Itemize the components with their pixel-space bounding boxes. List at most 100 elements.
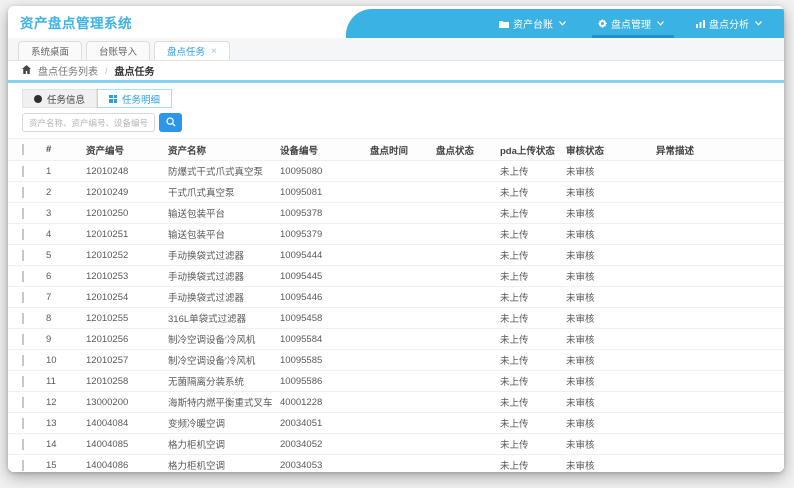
row-checkbox[interactable] [22, 207, 24, 219]
table-row[interactable]: 11 12010258 无菌隔离分装系统 10095586 未上传 未审核 [8, 371, 784, 392]
cell-index: 15 [46, 459, 57, 471]
detail-subtabs: 任务信息 任务明细 [8, 83, 784, 108]
search-bar [8, 108, 784, 138]
cell-asset-no: 12010248 [86, 165, 129, 177]
cell-asset-name: 变频冷暖空调 [168, 419, 226, 430]
cell-pda-status: 未上传 [500, 419, 529, 430]
row-checkbox[interactable] [22, 459, 24, 471]
home-icon[interactable] [22, 64, 31, 77]
task-detail-table: # 资产编号 资产名称 设备编号 盘点时间 盘点状态 pda上传状态 审核状态 … [8, 138, 784, 472]
subtab-task-detail[interactable]: 任务明细 [97, 89, 173, 108]
cell-index: 5 [46, 249, 52, 261]
cell-pda-status: 未上传 [500, 377, 529, 388]
table-row[interactable]: 13 14004084 变频冷暖空调 20034051 未上传 未审核 [8, 413, 784, 434]
table-row[interactable]: 1 12010248 防爆式干式爪式真空泵 10095080 未上传 未审核 [8, 161, 784, 182]
table-row[interactable]: 2 12010249 干式爪式真空泵 10095081 未上传 未审核 [8, 182, 784, 203]
breadcrumb-item[interactable]: 盘点任务列表 [38, 63, 98, 78]
table-row[interactable]: 9 12010256 制冷空调设备'冷风机 10095584 未上传 未审核 [8, 329, 784, 350]
cell-asset-no: 12010250 [86, 207, 129, 219]
cell-device-no: 10095379 [280, 228, 323, 240]
cell-audit-status: 未审核 [566, 209, 595, 220]
row-checkbox[interactable] [22, 354, 24, 366]
table-row[interactable]: 4 12010251 输送包装平台 10095379 未上传 未审核 [8, 224, 784, 245]
cell-asset-name: 手动换袋式过滤器 [168, 251, 245, 262]
row-checkbox[interactable] [22, 291, 24, 303]
table-row[interactable]: 14 14004085 格力柜机空调 20034052 未上传 未审核 [8, 434, 784, 455]
cell-device-no: 10095586 [280, 375, 323, 387]
row-checkbox[interactable] [22, 333, 24, 345]
cell-pda-status: 未上传 [500, 314, 529, 325]
cell-asset-no: 14004086 [86, 459, 129, 471]
cell-asset-no: 12010249 [86, 186, 129, 198]
row-checkbox[interactable] [22, 417, 24, 429]
tab-inventory-task[interactable]: 盘点任务 × [154, 41, 230, 60]
nav-item-label: 资产台账 [513, 20, 553, 31]
top-nav: 资产台账 盘点管理 盘点分析 [346, 9, 784, 38]
cell-asset-name: 无菌隔离分装系统 [168, 377, 245, 388]
row-checkbox[interactable] [22, 186, 24, 198]
table-row[interactable]: 6 12010253 手动换袋式过滤器 10095445 未上传 未审核 [8, 266, 784, 287]
col-header-inv-time: 盘点时间 [370, 145, 409, 157]
breadcrumb-separator: / [105, 65, 108, 76]
table-row[interactable]: 15 14004086 格力柜机空调 20034053 未上传 未审核 [8, 455, 784, 472]
row-checkbox[interactable] [22, 165, 24, 177]
table-row[interactable]: 12 13000200 海斯特内燃平衡重式叉车 40001228 未上传 未审核 [8, 392, 784, 413]
table-row[interactable]: 5 12010252 手动换袋式过滤器 10095444 未上传 未审核 [8, 245, 784, 266]
cell-device-no: 20034052 [280, 438, 323, 450]
nav-item-label: 盘点分析 [709, 20, 749, 31]
row-checkbox[interactable] [22, 396, 24, 408]
search-button[interactable] [159, 113, 182, 132]
cell-asset-no: 12010256 [86, 333, 129, 345]
table-row[interactable]: 3 12010250 输送包装平台 10095378 未上传 未审核 [8, 203, 784, 224]
col-header-audit-status: 审核状态 [566, 145, 605, 157]
table-row[interactable]: 7 12010254 手动换袋式过滤器 10095446 未上传 未审核 [8, 287, 784, 308]
tab-ledger-import[interactable]: 台账导入 [86, 41, 151, 60]
cell-asset-no: 12010252 [86, 249, 129, 261]
cell-device-no: 10095585 [280, 354, 323, 366]
cell-index: 13 [46, 417, 57, 429]
row-checkbox[interactable] [22, 270, 24, 282]
row-checkbox[interactable] [22, 375, 24, 387]
cell-asset-name: 防爆式干式爪式真空泵 [168, 167, 264, 178]
cell-pda-status: 未上传 [500, 356, 529, 367]
close-icon[interactable]: × [211, 46, 217, 57]
cell-index: 2 [46, 186, 52, 198]
cell-device-no: 10095444 [280, 249, 323, 261]
row-checkbox[interactable] [22, 228, 24, 240]
table-row[interactable]: 8 12010255 316L单袋式过滤器 10095458 未上传 未审核 [8, 308, 784, 329]
search-input[interactable] [22, 113, 155, 132]
row-checkbox[interactable] [22, 438, 24, 450]
cell-index: 9 [46, 333, 52, 345]
table-header-row: # 资产编号 资产名称 设备编号 盘点时间 盘点状态 pda上传状态 审核状态 … [8, 139, 784, 161]
tab-system-desktop[interactable]: 系统桌面 [18, 41, 83, 60]
breadcrumb: 盘点任务列表 / 盘点任务 [8, 61, 784, 83]
cell-pda-status: 未上传 [500, 272, 529, 283]
cell-audit-status: 未审核 [566, 167, 595, 178]
cell-audit-status: 未审核 [566, 293, 595, 304]
nav-item-inventory-analysis[interactable]: 盘点分析 [682, 9, 780, 38]
subtab-task-info[interactable]: 任务信息 [22, 89, 98, 108]
cell-asset-no: 12010258 [86, 375, 129, 387]
cell-device-no: 10095445 [280, 270, 323, 282]
cell-audit-status: 未审核 [566, 230, 595, 241]
nav-item-inventory-mgmt[interactable]: 盘点管理 [584, 9, 682, 38]
row-checkbox[interactable] [22, 312, 24, 324]
table-body: 1 12010248 防爆式干式爪式真空泵 10095080 未上传 未审核 2… [8, 161, 784, 472]
cell-asset-name: 手动换袋式过滤器 [168, 272, 245, 283]
cell-pda-status: 未上传 [500, 230, 529, 241]
chevron-down-icon [657, 21, 664, 26]
cell-index: 10 [46, 354, 57, 366]
nav-item-asset-ledger[interactable]: 资产台账 [485, 9, 584, 38]
cell-pda-status: 未上传 [500, 188, 529, 199]
cell-audit-status: 未审核 [566, 335, 595, 346]
table-row[interactable]: 10 12010257 制冷空调设备'冷风机 10095585 未上传 未审核 [8, 350, 784, 371]
app-header: 资产盘点管理系统 资产台账 盘点管理 盘点分析 [8, 6, 784, 38]
cell-asset-name: 316L单袋式过滤器 [168, 314, 247, 325]
select-all-checkbox[interactable] [22, 144, 24, 155]
app-window: 资产盘点管理系统 资产台账 盘点管理 盘点分析 系统桌面 台账导入 盘点任务 ×… [8, 6, 784, 472]
cell-pda-status: 未上传 [500, 335, 529, 346]
search-icon [165, 115, 176, 130]
cell-audit-status: 未审核 [566, 440, 595, 451]
row-checkbox[interactable] [22, 249, 24, 261]
cell-device-no: 40001228 [280, 396, 323, 408]
